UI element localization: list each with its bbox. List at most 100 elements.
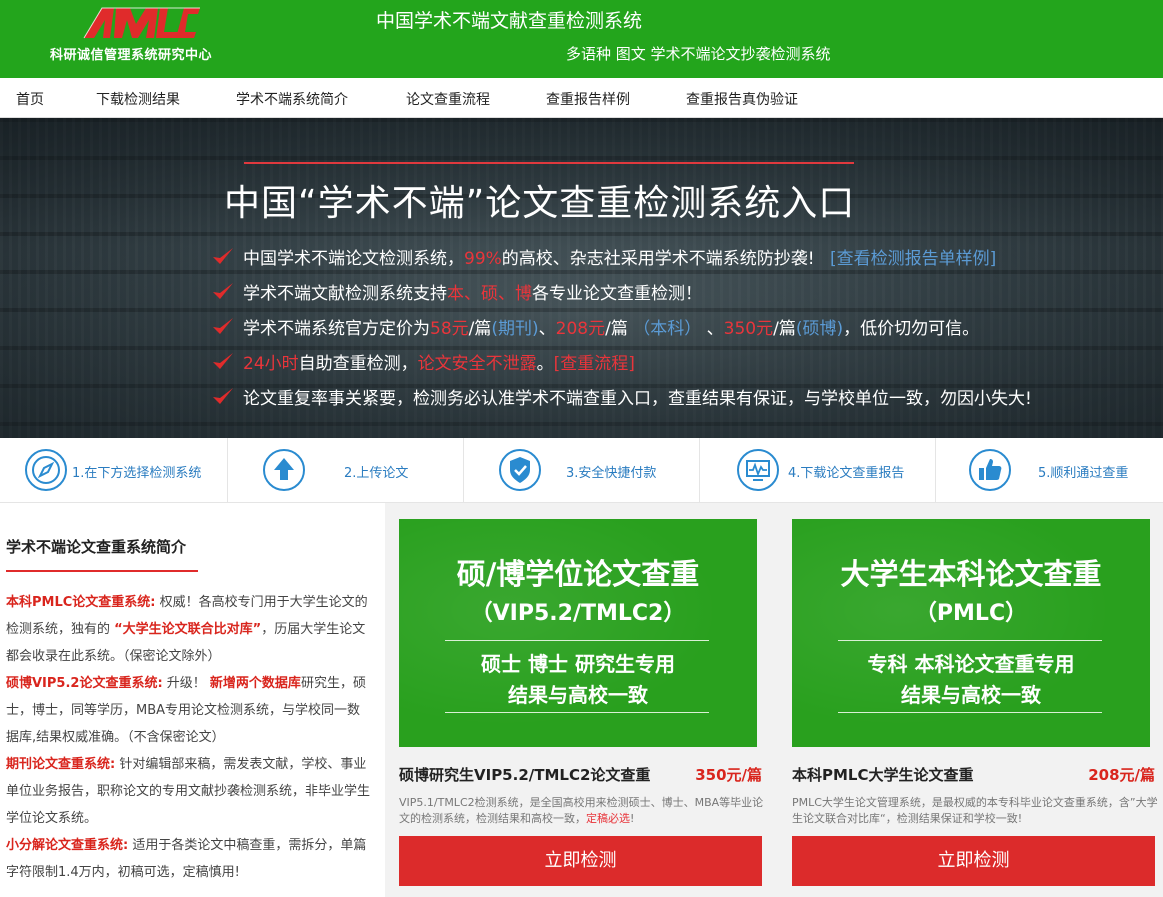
check-icon (213, 318, 233, 334)
bullet-highlight: 24小时 (243, 354, 299, 374)
process-link[interactable]: [查重流程] (554, 354, 635, 374)
bullet-type: （本科） (633, 319, 702, 339)
shield-icon (499, 449, 541, 491)
intro-title: 学术不端论文查重系统简介 (6, 538, 187, 556)
step-3: 3.安全快捷付款 (464, 438, 700, 503)
bullet-text: 的高校、杂志社采用学术不端系统防抄袭! (501, 249, 815, 269)
nav-process[interactable]: 论文查重流程 (406, 89, 490, 109)
system-name: 硕博VIP5.2论文查重系统: (6, 676, 163, 691)
bullet-type: (期刊) (491, 319, 539, 339)
system-name: 本科PMLC论文查重系统: (6, 595, 156, 610)
intro-panel: 学术不端论文查重系统简介 本科PMLC论文查重系统: 权威！各高校专门用于大学生… (0, 503, 385, 897)
check-icon (213, 248, 233, 264)
check-now-button[interactable]: 立即检测 (399, 836, 762, 886)
card-banner[interactable]: 大学生本科论文查重 （PMLC） 专科 本科论文查重专用 结果与高校一致 (792, 519, 1150, 747)
card-heading: 硕/博学位论文查重 (456, 557, 700, 591)
thumbs-up-icon (969, 449, 1011, 491)
card-divider (445, 712, 709, 713)
bullet-text: 各专业论文查重检测！ (532, 284, 702, 304)
card-subheading: （PMLC） (914, 601, 1028, 626)
check-icon (213, 388, 233, 404)
nav-home[interactable]: 首页 (16, 89, 44, 109)
site-header: 科研诚信管理系统研究中心 中国学术不端文献查重检测系统 多语种 图文 学术不端论… (0, 0, 1163, 78)
check-icon (213, 353, 233, 369)
step-label: 3.安全快捷付款 (566, 466, 657, 481)
card-divider (838, 712, 1102, 713)
bullet-text: 。 (536, 354, 554, 374)
card-line: 专科 本科论文查重专用 (867, 652, 1075, 676)
intro-highlight: 新增两个数据库 (209, 676, 301, 691)
bullet-text: /篇 (468, 319, 492, 339)
step-label: 5.顺利通过查重 (1038, 466, 1129, 481)
step-4: 4.下载论文查重报告 (700, 438, 936, 503)
bullet-text: /篇 (605, 319, 634, 339)
step-label: 2.上传论文 (344, 466, 409, 481)
steps-bar: 1.在下方选择检测系统 2.上传论文 3.安全快捷付款 4.下载论文查重报告 5… (0, 438, 1163, 503)
bullet-type: (硕博) (795, 319, 844, 339)
card-desc-text: VIP5.1/TMLC2检测系统，是全国高校用来检测硕士、博士、MBA等毕业论文… (399, 796, 764, 825)
nav-report-sample[interactable]: 查重报告样例 (546, 89, 630, 109)
card-price: 208元/篇 (1088, 766, 1155, 784)
system-name: 小分解论文查重系统: (6, 838, 129, 853)
hero-bullet: 论文重复率事关紧要，检测务必认准学术不端查重入口，查重结果有保证，与学校单位一致… (212, 384, 1032, 419)
bullet-text: 、 (701, 319, 724, 339)
card-heading: 大学生本科论文查重 (840, 557, 1102, 591)
card-product-name: 本科PMLC大学生论文查重 (792, 766, 974, 784)
hero-bullet: 中国学术不端论文检测系统，99%的高校、杂志社采用学术不端系统防抄袭! [查看检… (212, 244, 1032, 279)
card-divider (838, 640, 1102, 641)
system-name: 期刊论文查重系统: (6, 757, 116, 772)
nav-report-verify[interactable]: 查重报告真伪验证 (686, 89, 798, 109)
hero-bullets: 中国学术不端论文检测系统，99%的高校、杂志社采用学术不端系统防抄袭! [查看检… (212, 244, 1032, 419)
intro-paragraph: 本科PMLC论文查重系统: 权威！各高校专门用于大学生论文的检测系统，独有的 “… (6, 589, 372, 670)
main-nav: 首页 下载检测结果 学术不端系统简介 论文查重流程 查重报告样例 查重报告真伪验… (0, 78, 1163, 118)
bullet-highlight: 99% (464, 249, 502, 269)
step-5: 5.顺利通过查重 (936, 438, 1163, 503)
intro-highlight: “大学生论文联合比对库” (114, 622, 262, 637)
compass-icon (25, 449, 67, 491)
card-description: VIP5.1/TMLC2检测系统，是全国高校用来检测硕士、博士、MBA等毕业论文… (399, 795, 765, 827)
bullet-text: 中国学术不端论文检测系统， (243, 249, 464, 269)
report-monitor-icon (737, 449, 779, 491)
nav-system-intro[interactable]: 学术不端系统简介 (236, 89, 348, 109)
hero-bullet: 学术不端系统官方定价为58元/篇(期刊)、208元/篇 （本科） 、350元/篇… (212, 314, 1032, 349)
hero-bullet: 24小时自助查重检测，论文安全不泄露。[查重流程] (212, 349, 1032, 384)
hero-bullet: 学术不端文献检测系统支持本、硕、博各专业论文查重检测！ (212, 279, 1032, 314)
intro-underline (6, 570, 198, 572)
card-banner[interactable]: 硕/博学位论文查重 （VIP5.2/TMLC2） 硕士 博士 研究生专用 结果与… (399, 519, 757, 747)
card-desc-text: PMLC大学生论文管理系统，是最权威的本专科毕业论文查重系统，含”大学生论文联合… (792, 796, 1158, 825)
bullet-text: 论文重复率事关紧要，检测务必认准学术不端查重入口，查重结果有保证，与学校单位一致… (243, 389, 1032, 409)
check-icon (213, 283, 233, 299)
upload-icon (263, 449, 305, 491)
price-undergrad: 208元 (555, 319, 606, 339)
step-1: 1.在下方选择检测系统 (0, 438, 228, 503)
card-desc-text: ! (630, 812, 635, 825)
card-divider (445, 640, 709, 641)
nav-download-results[interactable]: 下载检测结果 (96, 89, 180, 109)
pmlc-logo[interactable] (80, 4, 202, 42)
hero-title: 中国“学术不端”论文查重检测系统入口 (224, 183, 856, 224)
hero-banner: 中国“学术不端”论文查重检测系统入口 中国学术不端论文检测系统，99%的高校、杂… (0, 118, 1163, 438)
bullet-text: 自助查重检测， (298, 354, 418, 374)
view-sample-link[interactable]: [查看检测报告单样例] (830, 249, 996, 269)
bullet-highlight: 本、硕、博 (447, 284, 532, 304)
hero-divider (244, 162, 854, 164)
card-description: PMLC大学生论文管理系统，是最权威的本专科毕业论文查重系统，含”大学生论文联合… (792, 795, 1158, 827)
card-line: 结果与高校一致 (508, 683, 648, 707)
card-line: 结果与高校一致 (901, 683, 1041, 707)
card-price: 350元/篇 (695, 766, 762, 784)
price-graduate: 350元 (723, 319, 774, 339)
step-2: 2.上传论文 (228, 438, 464, 503)
step-label: 4.下载论文查重报告 (788, 466, 905, 481)
bullet-text: 学术不端系统官方定价为 (243, 319, 430, 339)
logo-subtitle: 科研诚信管理系统研究中心 (50, 48, 213, 63)
price-journal: 58元 (430, 319, 469, 339)
site-title: 中国学术不端文献查重检测系统 (376, 10, 643, 32)
card-subheading: （VIP5.2/TMLC2） (470, 601, 686, 626)
bullet-text: 、 (538, 319, 556, 339)
intro-text: 本科PMLC论文查重系统: 权威！各高校专门用于大学生论文的检测系统，独有的 “… (6, 589, 372, 886)
check-now-button[interactable]: 立即检测 (792, 836, 1155, 886)
bullet-text: 学术不端文献检测系统支持 (243, 284, 447, 304)
intro-paragraph: 小分解论文查重系统: 适用于各类论文中稿查重，需拆分，单篇字符限制1.4万内，初… (6, 832, 372, 886)
bullet-text: /篇 (773, 319, 796, 339)
intro-paragraph: 期刊论文查重系统: 针对编辑部来稿，需发表文献，学校、事业单位业务报告，职称论文… (6, 751, 372, 832)
